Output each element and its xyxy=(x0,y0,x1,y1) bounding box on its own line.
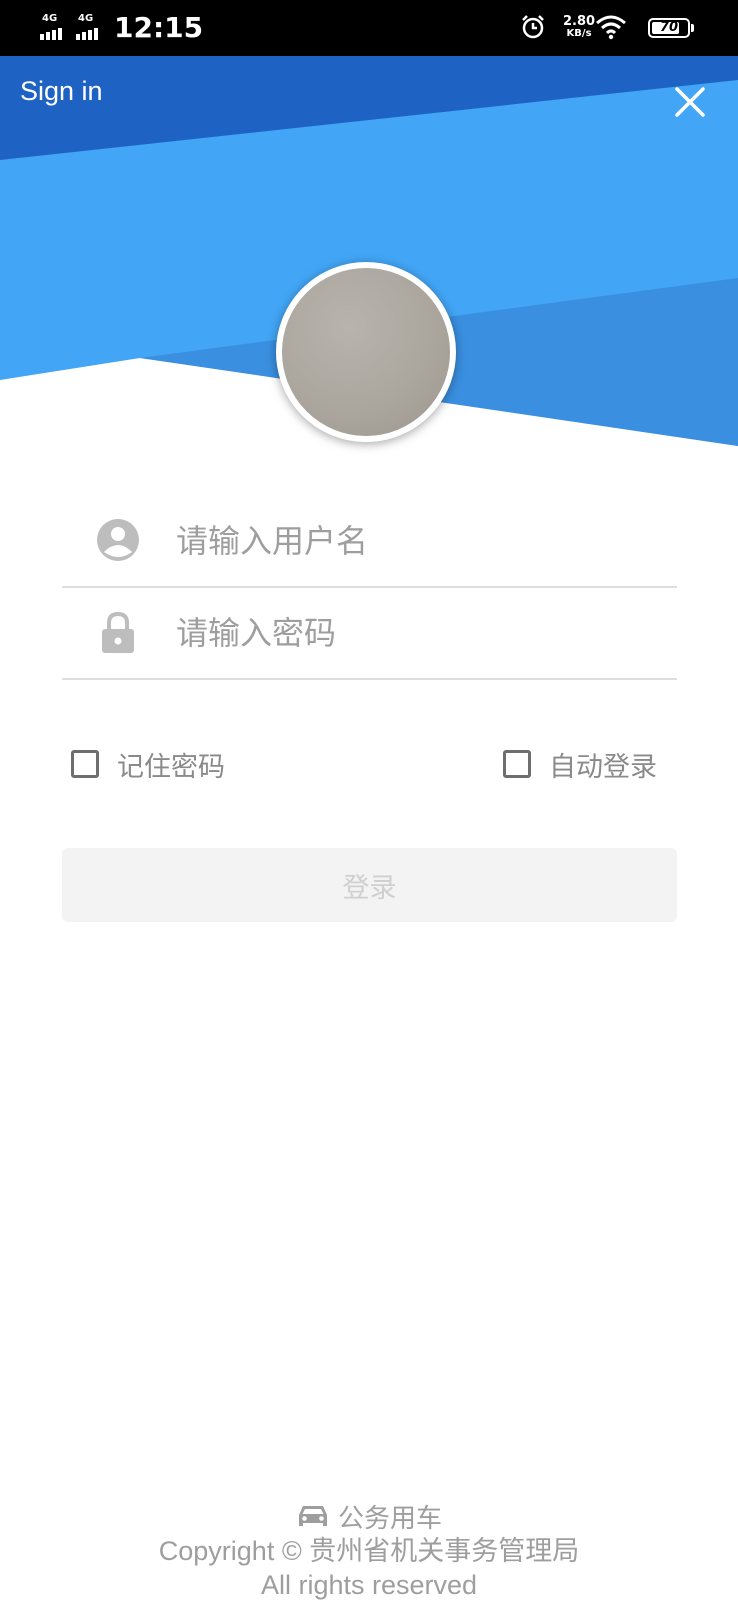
password-input[interactable] xyxy=(174,608,658,658)
network-speed: 2.80 KB/s xyxy=(563,14,596,40)
car-icon xyxy=(298,1506,327,1526)
footer: 公务用车 Copyright © 贵州省机关事务管理局 All rights r… xyxy=(0,1498,738,1602)
user-icon xyxy=(97,519,139,561)
close-button[interactable] xyxy=(672,84,708,120)
status-time: 12:15 xyxy=(114,11,204,44)
auto-login-option[interactable]: 自动登录 xyxy=(503,744,657,784)
battery-level: 70 xyxy=(659,20,679,35)
auto-login-checkbox[interactable] xyxy=(503,750,531,778)
remember-password-option[interactable]: 记住密码 xyxy=(71,744,225,784)
lock-icon xyxy=(102,611,134,653)
footer-app-name: 公务用车 xyxy=(0,1498,738,1534)
battery-tip xyxy=(691,24,694,32)
login-button[interactable]: 登录 xyxy=(62,848,677,922)
signal-label: 4G xyxy=(42,13,58,24)
status-bar: 4G 4G 12:15 2.80 KB/s 70 xyxy=(0,0,738,56)
alarm-icon xyxy=(522,15,544,39)
net-speed-unit: KB/s xyxy=(566,28,592,39)
avatar xyxy=(276,262,456,442)
remember-password-label: 记住密码 xyxy=(117,751,225,783)
net-speed-value: 2.80 xyxy=(563,14,596,29)
username-input[interactable] xyxy=(174,516,658,566)
wifi-icon xyxy=(596,15,626,40)
close-icon xyxy=(675,87,705,117)
auto-login-label: 自动登录 xyxy=(549,751,657,783)
battery-icon: 70 xyxy=(648,18,690,38)
page-title: Sign in xyxy=(20,76,103,106)
rights-text: All rights reserved xyxy=(260,1570,478,1600)
app-name: 公务用车 xyxy=(337,1503,442,1534)
username-field xyxy=(62,494,677,588)
remember-password-checkbox[interactable] xyxy=(71,750,99,778)
password-field xyxy=(62,586,677,680)
signal-label: 4G xyxy=(78,13,94,24)
copyright-text: Copyright © 贵州省机关事务管理局 xyxy=(158,1536,580,1566)
